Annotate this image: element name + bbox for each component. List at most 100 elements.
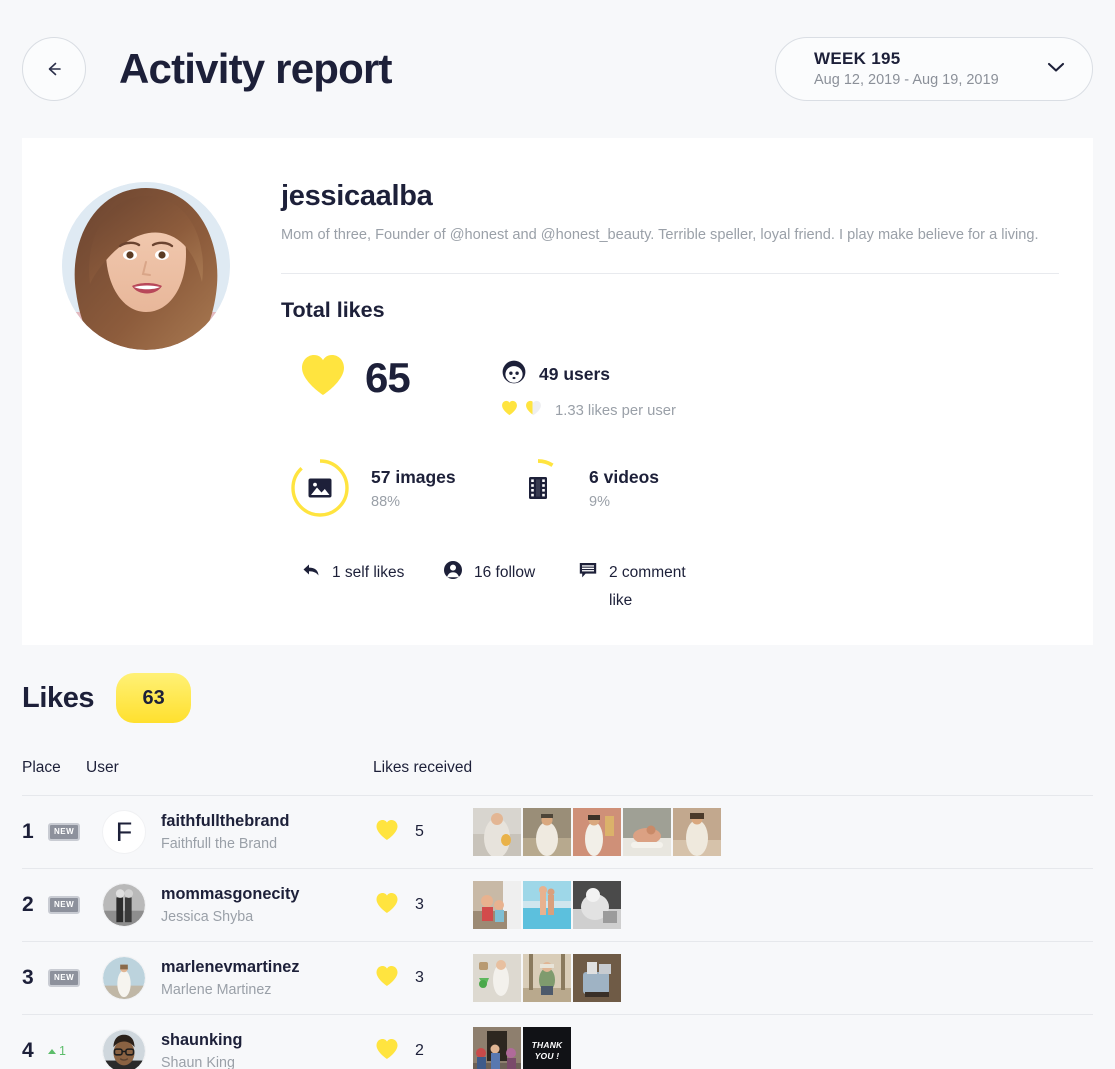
like-count: 3 xyxy=(415,896,424,913)
user-fullname: Faithfull the Brand xyxy=(161,835,278,852)
cell-user[interactable]: mommasgonecity Jessica Shyba xyxy=(86,883,373,928)
new-badge: NEW xyxy=(48,969,81,987)
cell-user[interactable]: marlenevmartinez Marlene Martinez xyxy=(86,956,373,1001)
follow-label: 16 follow xyxy=(474,564,536,581)
week-range: Aug 12, 2019 - Aug 19, 2019 xyxy=(814,72,999,88)
likes-per-user-row: 1.33 likes per user xyxy=(501,400,676,421)
user-handle: marlenevmartinez xyxy=(161,957,300,976)
rank-number: 1 xyxy=(22,820,34,843)
like-count-wrap: 3 xyxy=(373,965,473,992)
heart-icon xyxy=(375,819,399,846)
cell-likes: 5 xyxy=(373,808,1093,856)
thumbnail[interactable] xyxy=(473,808,521,856)
avatar-column xyxy=(56,178,281,615)
videos-ring xyxy=(507,457,569,519)
cell-likes: 2 THANK YOU ! xyxy=(373,1027,1093,1069)
profile-bio: Mom of three, Founder of @honest and @ho… xyxy=(281,227,1039,243)
avatar-photo xyxy=(103,1030,145,1069)
arrow-left-icon xyxy=(48,62,61,76)
images-text: 57 images 88% xyxy=(371,466,456,510)
cell-place: 1 NEW xyxy=(22,820,86,844)
avatar xyxy=(102,1029,146,1069)
videos-label: 6 videos xyxy=(589,467,660,487)
table-row[interactable]: 1 NEW F faithfullthebrand Faithfull the … xyxy=(22,795,1093,868)
triangle-up-icon xyxy=(48,1048,56,1054)
self-likes-stat: 1 self likes xyxy=(301,559,443,615)
stats-media-row: 57 images 88% 6 videos 9% xyxy=(281,457,1059,519)
thumbnail[interactable] xyxy=(673,808,721,856)
total-likes-stat: 65 xyxy=(281,353,501,402)
user-names: marlenevmartinez Marlene Martinez xyxy=(161,956,299,1001)
divider xyxy=(281,273,1059,274)
videos-percent: 9% xyxy=(589,494,610,510)
cell-user[interactable]: F faithfullthebrand Faithfull the Brand xyxy=(86,810,373,855)
total-likes-title: Total likes xyxy=(281,298,385,322)
follow-stat: 16 follow xyxy=(443,559,578,615)
column-header-likes-received: Likes received xyxy=(373,759,473,776)
thumbnail[interactable] xyxy=(473,881,521,929)
week-selector-text: WEEK 195 Aug 12, 2019 - Aug 19, 2019 xyxy=(814,48,1038,90)
stats-extra-row: 1 self likes 16 follow 2 comment like xyxy=(281,559,1059,615)
thumbnail[interactable] xyxy=(473,954,521,1002)
thumbnail[interactable] xyxy=(573,881,621,929)
likes-table-header: Place User Likes received xyxy=(22,723,1093,795)
users-stat: 49 users 1.33 likes per user xyxy=(501,353,676,421)
column-header-user: User xyxy=(86,759,119,776)
heart-icon xyxy=(375,965,399,992)
total-likes-value: 65 xyxy=(365,353,411,401)
back-button[interactable] xyxy=(22,37,86,101)
comment-like-stat: 2 comment like xyxy=(578,559,698,615)
images-label: 57 images xyxy=(371,467,456,487)
avatar xyxy=(62,182,230,350)
user-handle: shaunking xyxy=(161,1030,243,1049)
videos-text: 6 videos 9% xyxy=(589,466,659,510)
heart-icon xyxy=(375,892,399,919)
heart-partial-icon xyxy=(525,400,542,421)
cell-place: 4 1 xyxy=(22,1039,86,1063)
thumbnail[interactable] xyxy=(573,808,621,856)
cell-place: 3 NEW xyxy=(22,966,86,990)
user-fullname: Jessica Shyba xyxy=(161,908,254,925)
table-row[interactable]: 3 NEW marlenevmartinez Marlene Martinez … xyxy=(22,941,1093,1014)
like-count-wrap: 3 xyxy=(373,892,473,919)
page-title: Activity report xyxy=(119,45,393,92)
chevron-down-icon[interactable] xyxy=(1046,60,1066,78)
thumbnail[interactable] xyxy=(523,954,571,1002)
heart-icon xyxy=(375,1038,399,1065)
film-icon xyxy=(529,477,547,499)
thumbnail-strip xyxy=(473,954,621,1002)
thumbnail[interactable] xyxy=(623,808,671,856)
user-face-icon xyxy=(501,359,527,390)
thumbnail[interactable] xyxy=(473,1027,521,1069)
thank-you-line-2: YOU ! xyxy=(534,1051,560,1061)
heart-icon xyxy=(299,353,347,402)
thumbnail-thank-you[interactable]: THANK YOU ! xyxy=(523,1027,571,1069)
thumbnail[interactable] xyxy=(573,954,621,1002)
profile-username: jessicaalba xyxy=(281,180,433,212)
profile-info: jessicaalba Mom of three, Founder of @ho… xyxy=(281,178,1059,615)
cell-likes: 3 xyxy=(373,881,1093,929)
week-label: WEEK 195 xyxy=(814,49,901,68)
heart-full-icon xyxy=(501,400,518,421)
image-icon xyxy=(308,478,332,498)
thumbnail[interactable] xyxy=(523,808,571,856)
images-ring xyxy=(289,457,351,519)
avatar xyxy=(102,883,146,927)
like-count: 2 xyxy=(415,1042,424,1059)
self-likes-label: 1 self likes xyxy=(332,564,405,581)
rank-number: 4 xyxy=(22,1039,34,1062)
likes-title: Likes xyxy=(22,681,95,714)
week-selector[interactable]: WEEK 195 Aug 12, 2019 - Aug 19, 2019 xyxy=(775,37,1093,101)
thumbnail[interactable] xyxy=(523,881,571,929)
comment-like-label: 2 comment like xyxy=(609,564,686,609)
page-header: Activity report WEEK 195 Aug 12, 2019 - … xyxy=(0,0,1115,138)
thumbnail-strip xyxy=(473,881,621,929)
profile-card: jessicaalba Mom of three, Founder of @ho… xyxy=(22,138,1093,645)
table-row[interactable]: 4 1 shaunking Shaun King 2 THANK YOU ! xyxy=(22,1014,1093,1069)
thank-you-line-1: THANK xyxy=(531,1040,563,1050)
cell-user[interactable]: shaunking Shaun King xyxy=(86,1029,373,1069)
table-row[interactable]: 2 NEW mommasgonecity Jessica Shyba 3 xyxy=(22,868,1093,941)
user-handle: faithfullthebrand xyxy=(161,811,290,830)
rank-change-value: 1 xyxy=(59,1044,66,1058)
like-count-wrap: 5 xyxy=(373,819,473,846)
